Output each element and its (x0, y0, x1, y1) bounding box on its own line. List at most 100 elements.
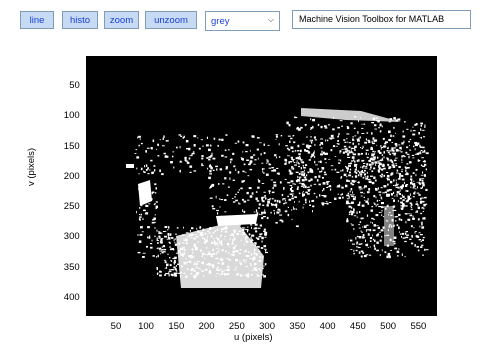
image-speckle (411, 154, 415, 156)
image-speckle (421, 129, 425, 131)
image-speckle (317, 167, 319, 170)
image-speckle (297, 144, 300, 148)
image-speckle (159, 274, 162, 277)
image-speckle (262, 204, 265, 206)
image-speckle (337, 193, 339, 195)
image-speckle (404, 121, 406, 123)
image-speckle (358, 251, 361, 254)
image-speckle (370, 166, 372, 169)
image-speckle (368, 188, 371, 191)
image-speckle (212, 169, 215, 171)
image-speckle (388, 130, 391, 134)
image-speckle (396, 195, 398, 197)
image-speckle (238, 203, 241, 205)
image-speckle (175, 270, 178, 272)
image-speckle (346, 198, 350, 200)
zoom-button[interactable]: zoom (104, 11, 139, 29)
image-speckle (287, 213, 290, 217)
image-speckle (208, 156, 212, 158)
image-speckle (262, 170, 264, 173)
image-speckle (373, 244, 376, 248)
image-speckle (305, 174, 308, 177)
image-speckle (167, 233, 170, 236)
image-speckle (156, 247, 159, 249)
image-speckle (291, 150, 294, 153)
image-speckle (314, 143, 316, 146)
image-speckle (358, 159, 360, 162)
image-speckle (377, 156, 379, 159)
image-speckle (293, 208, 296, 210)
y-tick-label: 200 (63, 170, 80, 182)
image-speckle (355, 164, 358, 166)
image-speckle (266, 204, 269, 207)
image-speckle (383, 174, 385, 177)
image-speckle (409, 214, 413, 217)
image-speckle (417, 218, 420, 221)
image-speckle (281, 194, 284, 197)
image-speckle (352, 136, 354, 138)
image-speckle (422, 186, 423, 189)
image-speckle (392, 135, 395, 137)
image-speckle (228, 149, 230, 151)
image-speckle (425, 203, 428, 205)
line-button[interactable]: line (20, 11, 54, 29)
image-speckle (341, 125, 343, 127)
image-speckle (414, 188, 417, 190)
image-speckle (338, 162, 341, 164)
image-speckle (365, 149, 369, 151)
image-speckle (264, 209, 266, 212)
image-speckle (409, 145, 410, 146)
image-speckle (416, 182, 418, 183)
image-speckle (171, 269, 174, 271)
image-speckle (264, 195, 266, 197)
image-speckle (161, 173, 164, 176)
image-speckle (399, 189, 401, 192)
image-speckle (423, 136, 426, 138)
histo-button[interactable]: histo (62, 11, 98, 29)
image-speckle (422, 165, 425, 167)
image-speckle (328, 137, 332, 139)
image-speckle (165, 230, 167, 232)
image-speckle (375, 214, 379, 217)
image-speckle (325, 152, 328, 155)
image-speckle (147, 173, 150, 175)
image-speckle (395, 163, 397, 165)
image-speckle (361, 123, 363, 125)
colormap-select[interactable]: grey ⌵ (205, 11, 280, 31)
image-speckle (374, 139, 378, 142)
image-speckle (402, 237, 406, 239)
image-speckle (304, 169, 305, 172)
image-speckle (402, 130, 404, 133)
image-speckle (358, 203, 361, 206)
image-speckle (346, 194, 350, 197)
image-speckle (361, 243, 363, 245)
image-speckle (382, 145, 385, 148)
image-speckle (419, 200, 423, 203)
image-speckle (416, 235, 420, 238)
image-speckle (353, 153, 356, 156)
image-axes[interactable] (86, 56, 437, 316)
x-tick-label: 550 (410, 321, 427, 332)
image-speckle (359, 171, 361, 174)
image-speckle (395, 132, 396, 134)
unzoom-button[interactable]: unzoom (145, 11, 197, 29)
image-speckle (292, 160, 294, 162)
image-speckle (403, 181, 405, 184)
image-speckle (346, 179, 349, 182)
image-speckle (160, 238, 163, 242)
image-speckle (302, 194, 304, 197)
image-speckle (404, 240, 407, 243)
image-speckle (379, 175, 381, 177)
image-speckle (237, 191, 239, 193)
image-speckle (381, 209, 383, 212)
image-speckle (357, 139, 360, 142)
image-speckle (391, 160, 394, 162)
image-speckle (401, 171, 403, 173)
image-speckle (352, 197, 356, 201)
image-speckle (202, 145, 204, 147)
image-speckle (304, 177, 306, 179)
image-speckle (313, 136, 316, 139)
image-speckle (360, 172, 362, 174)
image-speckle (383, 156, 385, 159)
image-speckle (326, 202, 329, 205)
